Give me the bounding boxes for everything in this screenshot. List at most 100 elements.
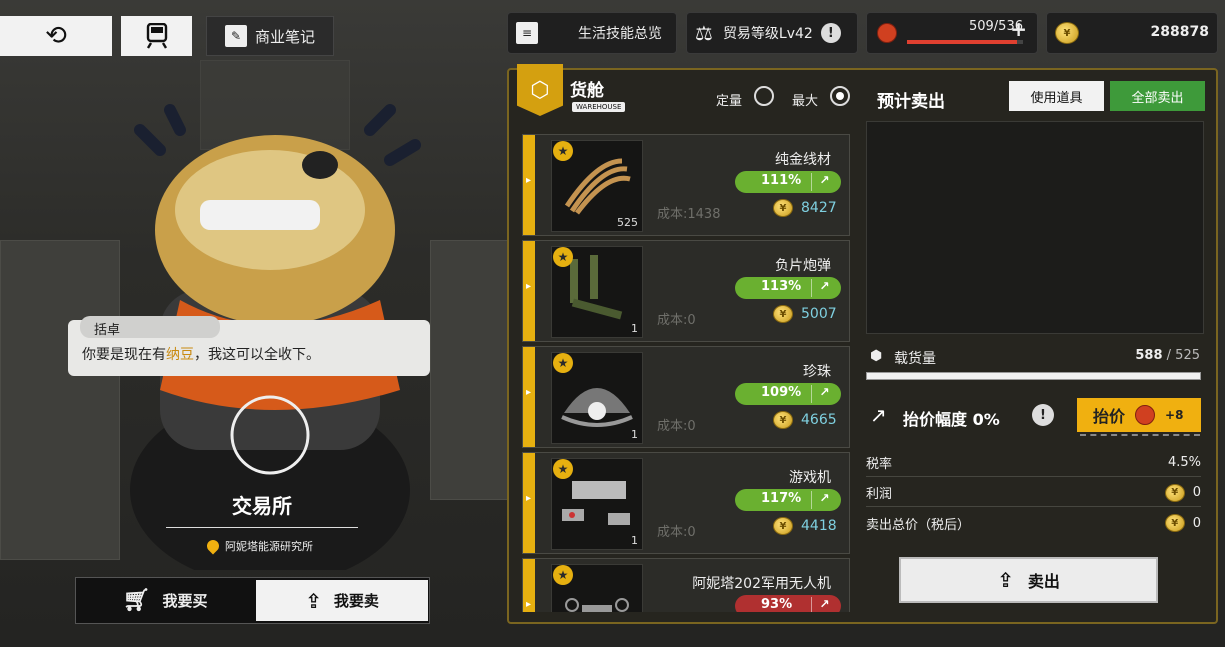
tab-sell[interactable]: ⇪ 我要卖 — [256, 580, 428, 621]
trade-info-icon[interactable]: ! — [820, 23, 841, 43]
upload-icon: ⇪ — [997, 568, 1014, 592]
cart-icon: 🛒︎ — [122, 588, 151, 613]
item-quantity: 1 — [631, 322, 638, 335]
total-row: 卖出总价（税后） ¥0 — [866, 509, 1201, 537]
trend-icon: ↗ — [811, 597, 837, 612]
trend-up-icon: ↗ — [811, 173, 837, 191]
stamina-bar — [907, 40, 1023, 44]
expand-handle[interactable] — [523, 559, 535, 612]
trend-up-icon: ↗ — [870, 403, 887, 427]
item-price: ¥4418 — [773, 517, 837, 535]
upload-icon: ⇪ — [305, 588, 322, 613]
business-notes-button[interactable]: ✎ 商业笔记 — [206, 16, 334, 56]
cargo-item-card[interactable]: ★ 阿妮塔202军用无人机 93% ↗ — [522, 558, 850, 612]
price-hike-label: 抬价幅度 0% — [903, 410, 1000, 429]
tab-sell-label: 我要卖 — [333, 592, 379, 610]
price-percent-badge: 93% ↗ — [735, 595, 841, 612]
price-percent: 117% — [761, 491, 802, 506]
cargo-item-card[interactable]: 525 ★ 纯金线材 111% ↗ 成本:1438 ¥8427 — [522, 134, 850, 236]
cargo-item-card[interactable]: 1 ★ 游戏机 117% ↗ 成本:0 ¥4418 — [522, 452, 850, 554]
cargo-item-card[interactable]: 1 ★ 珍珠 109% ↗ 成本:0 ¥4665 — [522, 346, 850, 448]
profit-value: 0 — [1192, 485, 1201, 500]
price-percent-badge: 111% ↗ — [735, 171, 841, 193]
price-percent-badge: 113% ↗ — [735, 277, 841, 299]
trade-level-display[interactable]: ⚖ 贸易等级Lv42 ! — [686, 12, 858, 54]
cargo-list[interactable]: 525 ★ 纯金线材 111% ↗ 成本:1438 ¥8427 1 ★ 负片炮弹 … — [522, 130, 852, 612]
speaker-name: 括卓 — [80, 316, 220, 338]
back-arrow-icon: ⟲ — [45, 21, 67, 51]
stamina-value: 509/536 — [968, 19, 1023, 34]
price-percent: 93% — [761, 597, 793, 612]
cargo-used: 588 — [1135, 348, 1163, 363]
hike-progress-dots — [1080, 434, 1200, 436]
hike-info-icon[interactable]: ! — [1032, 404, 1054, 426]
buy-sell-switch: 🛒︎ 我要买 ⇪ 我要卖 — [75, 577, 430, 624]
tax-value: 4.5% — [1167, 455, 1201, 470]
item-price-value: 4665 — [801, 412, 837, 428]
sell-button-label: 卖出 — [1027, 572, 1060, 591]
coin-icon: ¥ — [773, 305, 793, 323]
item-quantity: 525 — [617, 216, 638, 229]
expand-handle[interactable] — [523, 453, 535, 553]
character-face-icon — [1135, 405, 1156, 425]
add-stamina-button[interactable]: + — [1010, 17, 1027, 41]
back-button[interactable]: ⟲ — [0, 16, 112, 56]
profit-row: 利润 ¥0 — [866, 479, 1201, 507]
use-item-button[interactable]: 使用道具 — [1009, 81, 1104, 111]
star-icon: ★ — [553, 565, 573, 585]
sell-all-button[interactable]: 全部卖出 — [1110, 81, 1205, 111]
trend-up-icon: ↗ — [811, 491, 837, 509]
sale-preview-area — [866, 121, 1204, 334]
item-cost: 成本:1438 — [657, 207, 721, 222]
radio-fixed-label: 定量 — [716, 94, 743, 109]
trend-up-icon: ↗ — [811, 385, 837, 403]
estimated-sale-title: 预计卖出 — [877, 92, 945, 112]
item-price-value: 5007 — [801, 306, 837, 322]
expand-handle[interactable] — [523, 241, 535, 341]
tax-label: 税率 — [866, 457, 893, 472]
coin-icon: ¥ — [773, 199, 793, 217]
item-cost: 成本:0 — [657, 419, 696, 434]
item-quantity: 1 — [631, 534, 638, 547]
expand-handle[interactable] — [523, 347, 535, 447]
cargo-capacity: 525 — [1175, 348, 1200, 363]
dialog-text: 你要是现在有 — [82, 347, 166, 363]
cargo-item-card[interactable]: 1 ★ 负片炮弹 113% ↗ 成本:0 ¥5007 — [522, 240, 850, 342]
warehouse-cube-icon: ⬡ — [517, 64, 563, 116]
sell-button[interactable]: ⇪ 卖出 — [899, 557, 1158, 603]
travel-button[interactable] — [121, 16, 192, 56]
exchange-location: 阿妮塔能源研究所 — [204, 537, 313, 555]
coin-icon: ¥ — [1055, 22, 1079, 44]
exchange-title: 交易所 — [232, 494, 292, 518]
tab-buy[interactable]: 🛒︎ 我要买 — [76, 578, 254, 623]
item-price-value: 4418 — [801, 518, 837, 534]
price-percent: 111% — [761, 173, 802, 188]
item-price: ¥8427 — [773, 199, 837, 217]
price-percent: 113% — [761, 279, 802, 294]
item-price: ¥5007 — [773, 305, 837, 323]
item-name: 阿妮塔202军用无人机 — [692, 576, 831, 592]
raise-price-button[interactable]: 抬价 +8 — [1077, 398, 1201, 432]
life-skills-button[interactable]: ≡ 生活技能总览 — [507, 12, 677, 54]
item-price-value: 8427 — [801, 200, 837, 216]
item-cost: 成本:0 — [657, 313, 696, 328]
expand-handle[interactable] — [523, 135, 535, 235]
price-percent: 109% — [761, 385, 802, 400]
radio-max[interactable] — [830, 86, 850, 106]
cube-icon: ⬢ — [870, 348, 883, 364]
profit-label: 利润 — [866, 487, 893, 502]
item-name: 游戏机 — [789, 470, 831, 486]
document-icon: ≡ — [516, 22, 538, 44]
total-label: 卖出总价（税后） — [866, 517, 971, 533]
item-name: 珍珠 — [803, 364, 831, 380]
coin-icon: ¥ — [1164, 483, 1185, 502]
star-icon: ★ — [553, 141, 573, 161]
character-face-icon — [877, 23, 897, 43]
tab-buy-label: 我要买 — [162, 592, 208, 610]
scales-icon: ⚖ — [695, 21, 713, 45]
radio-fixed[interactable] — [754, 86, 774, 106]
item-name: 负片炮弹 — [775, 258, 831, 274]
radio-max-label: 最大 — [792, 94, 819, 109]
warehouse-badge-text: WAREHOUSE — [572, 102, 626, 112]
warehouse-title: 货舱 — [570, 81, 604, 101]
